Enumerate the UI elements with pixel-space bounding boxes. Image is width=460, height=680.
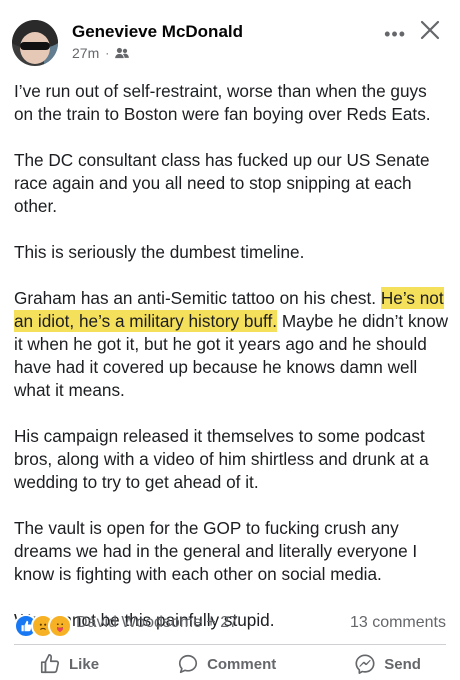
post-paragraph: The DC consultant class has fucked up ou…: [14, 150, 430, 216]
post-card: Genevieve McDonald 27m · ••• I’ve run ou…: [0, 0, 460, 680]
friends-icon: [115, 47, 130, 59]
thumbs-up-icon: [40, 654, 60, 674]
avatar[interactable]: [12, 20, 58, 66]
more-options-button[interactable]: •••: [384, 24, 406, 45]
comment-label: Comment: [207, 655, 277, 673]
care-reaction-icon: [48, 614, 72, 638]
messenger-icon: [355, 654, 375, 674]
post-header: Genevieve McDonald 27m · •••: [12, 12, 448, 68]
reaction-icons[interactable]: [14, 614, 72, 638]
post-paragraph: His campaign released it themselves to s…: [14, 426, 429, 492]
send-label: Send: [384, 655, 421, 673]
post-paragraph: I’ve run out of self-restraint, worse th…: [14, 81, 431, 124]
paragraph-text: Graham has an anti-Semitic tattoo on his…: [14, 288, 381, 308]
reaction-names[interactable]: David Woodsome + 27: [76, 614, 238, 632]
post-paragraph: This is seriously the dumbest timeline.: [14, 242, 305, 262]
send-button[interactable]: Send: [354, 653, 421, 675]
like-button[interactable]: Like: [39, 653, 99, 675]
action-bar: Like Comment Send: [0, 650, 460, 678]
post-paragraph: The vault is open for the GOP to fucking…: [14, 518, 418, 584]
post-time[interactable]: 27m: [72, 45, 99, 61]
author-name[interactable]: Genevieve McDonald: [72, 22, 243, 42]
comments-count[interactable]: 13 comments: [350, 614, 446, 632]
reactions-bar: David Woodsome + 27 13 comments: [14, 614, 446, 638]
post-meta: 27m ·: [72, 45, 130, 61]
close-icon[interactable]: [416, 16, 444, 44]
post-body: I’ve run out of self-restraint, worse th…: [14, 80, 450, 655]
separator-dot: ·: [105, 46, 110, 60]
post-paragraph: Graham has an anti-Semitic tattoo on his…: [14, 287, 450, 402]
comment-bubble-icon: [178, 654, 198, 674]
like-label: Like: [69, 655, 100, 673]
comment-button[interactable]: Comment: [177, 653, 276, 675]
divider: [14, 644, 446, 645]
